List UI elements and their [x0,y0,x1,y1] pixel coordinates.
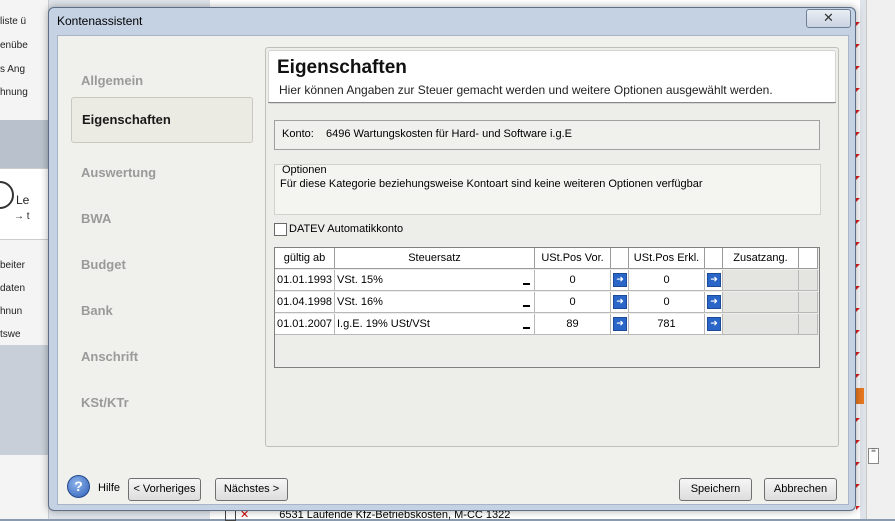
datev-checkbox[interactable] [274,223,287,236]
nav-item-kst-ktr[interactable]: KSt/KTr [71,381,251,425]
column-header-steuersatz[interactable]: Steuersatz [335,248,535,269]
background-left-item: enübe [0,40,28,51]
dropdown-arrow-icon[interactable] [520,271,533,288]
nav-item-label: Budget [81,257,126,272]
dialog-title: Kontenassistent [57,14,143,28]
konto-label: Konto: [282,128,314,140]
cell-ust-pos-erkl[interactable]: 0 [629,270,705,291]
cell-blank [799,292,818,313]
nav-item-budget[interactable]: Budget [71,243,251,287]
nav-item-label: BWA [81,211,112,226]
options-label: Optionen [282,164,327,176]
cell-ust-pos-vor[interactable]: 0 [535,270,611,291]
nav-item-label: Anschrift [81,349,139,364]
cell-zusatzang[interactable] [723,314,799,335]
background-left-card: Le → t [0,168,48,240]
help-label[interactable]: Hilfe [98,482,120,494]
scrollbar-grip-icon[interactable]: ≡ [868,447,879,464]
save-button[interactable]: Speichern [679,478,752,501]
page-subtitle: Hier können Angaben zur Steuer gemacht w… [279,83,773,97]
column-header-ust-pos-vor[interactable]: USt.Pos Vor. [535,248,611,269]
background-left-item: beiter [0,260,26,271]
nav-item-label: Allgemein [81,73,144,88]
help-icon[interactable]: ? [67,475,90,498]
steuersatz-combobox[interactable]: I.g.E. 19% USt/VSt [335,314,535,335]
cell-blank [799,314,818,335]
background-left-panel: liste ü enübe s Ang hnung Le → t beiter … [0,0,49,519]
column-header-blank [705,248,723,269]
page-header: Eigenschaften Hier können Angaben zur St… [268,50,836,104]
arrow-right-icon: ➜ [707,317,721,331]
dropdown-arrow-icon[interactable] [520,315,533,332]
cell-ust-pos-vor[interactable]: 89 [535,314,611,335]
konto-box: Konto: 6496 Wartungskosten für Hard- und… [274,120,820,150]
cell-ust-pos-erkl[interactable]: 781 [629,314,705,335]
arrow-right-icon: ➜ [613,295,627,309]
cell-zusatzang[interactable] [723,292,799,313]
ust-pos-vor-lookup-button[interactable]: ➜ [611,314,629,335]
arrow-right-icon: ➜ [707,273,721,287]
background-left-item: hnun [0,306,23,317]
nav-item-bank[interactable]: Bank [71,289,251,333]
previous-button[interactable]: < Vorheriges [128,478,201,501]
nav-item-label: KSt/KTr [81,395,129,410]
column-header-blank [799,248,818,269]
cell-ust-pos-erkl[interactable]: 0 [629,292,705,313]
column-header-gueltig-ab[interactable]: gültig ab [275,248,335,269]
cell-blank [799,270,818,291]
content-panel: Eigenschaften Hier können Angaben zur St… [265,47,839,447]
ust-pos-erkl-lookup-button[interactable]: ➜ [705,270,723,291]
arrow-right-icon: ➜ [613,317,627,331]
background-left-item: s Ang [0,64,26,75]
arrow-right-icon: ➜ [707,295,721,309]
close-icon: ✕ [823,10,834,25]
close-button[interactable]: ✕ [806,9,851,28]
dialog-titlebar[interactable]: Kontenassistent ✕ [49,8,855,34]
nav-item-anschrift[interactable]: Anschrift [71,335,251,379]
dialog-client-area: Allgemein Eigenschaften Auswertung BWA B… [57,35,849,505]
cell-gueltig-ab[interactable]: 01.01.1993 [275,270,335,291]
dropdown-arrow-icon[interactable] [520,293,533,310]
column-header-zusatzang[interactable]: Zusatzang. [723,248,799,269]
nav-item-label: Auswertung [81,165,157,180]
steuersatz-combobox[interactable]: VSt. 16% [335,292,535,313]
column-header-blank [611,248,629,269]
nav-item-eigenschaften[interactable]: Eigenschaften [71,97,253,143]
ust-pos-vor-lookup-button[interactable]: ➜ [611,292,629,313]
steuersatz-combobox[interactable]: VSt. 15% [335,270,535,291]
cell-ust-pos-vor[interactable]: 0 [535,292,611,313]
next-button[interactable]: Nächstes > [215,478,288,501]
cancel-button[interactable]: Abbrechen [764,478,837,501]
options-text: Für diese Kategorie beziehungsweise Kont… [280,178,703,190]
header-divider [268,102,836,103]
background-left-item: hnung [0,87,28,98]
tax-grid: gültig ab Steuersatz USt.Pos Vor. USt.Po… [274,247,820,368]
cell-gueltig-ab[interactable]: 01.01.2007 [275,314,335,335]
ust-pos-erkl-lookup-button[interactable]: ➜ [705,292,723,313]
background-scrollbar[interactable] [866,0,895,519]
column-header-ust-pos-erkl[interactable]: USt.Pos Erkl. [629,248,705,269]
background-left-item: daten [0,283,26,294]
options-group: Optionen Für diese Kategorie beziehungsw… [274,164,821,215]
page-title: Eigenschaften [277,57,407,78]
nav-item-label: Eigenschaften [82,112,171,127]
konto-value: 6496 Wartungskosten für Hard- und Softwa… [326,128,572,140]
ust-pos-vor-lookup-button[interactable]: ➜ [611,270,629,291]
cell-zusatzang[interactable] [723,270,799,291]
background-left-item: tswe [0,329,21,340]
avatar-icon [0,181,14,209]
cell-gueltig-ab[interactable]: 01.04.1998 [275,292,335,313]
nav-item-auswertung[interactable]: Auswertung [71,151,251,195]
konten-assistent-dialog: Kontenassistent ✕ Allgemein Eigenschafte… [48,7,856,511]
ust-pos-erkl-lookup-button[interactable]: ➜ [705,314,723,335]
datev-label[interactable]: DATEV Automatikkonto [289,223,403,235]
nav-item-bwa[interactable]: BWA [71,197,251,241]
nav-item-label: Bank [81,303,113,318]
background-left-item: liste ü [0,16,27,27]
arrow-right-icon: ➜ [613,273,627,287]
